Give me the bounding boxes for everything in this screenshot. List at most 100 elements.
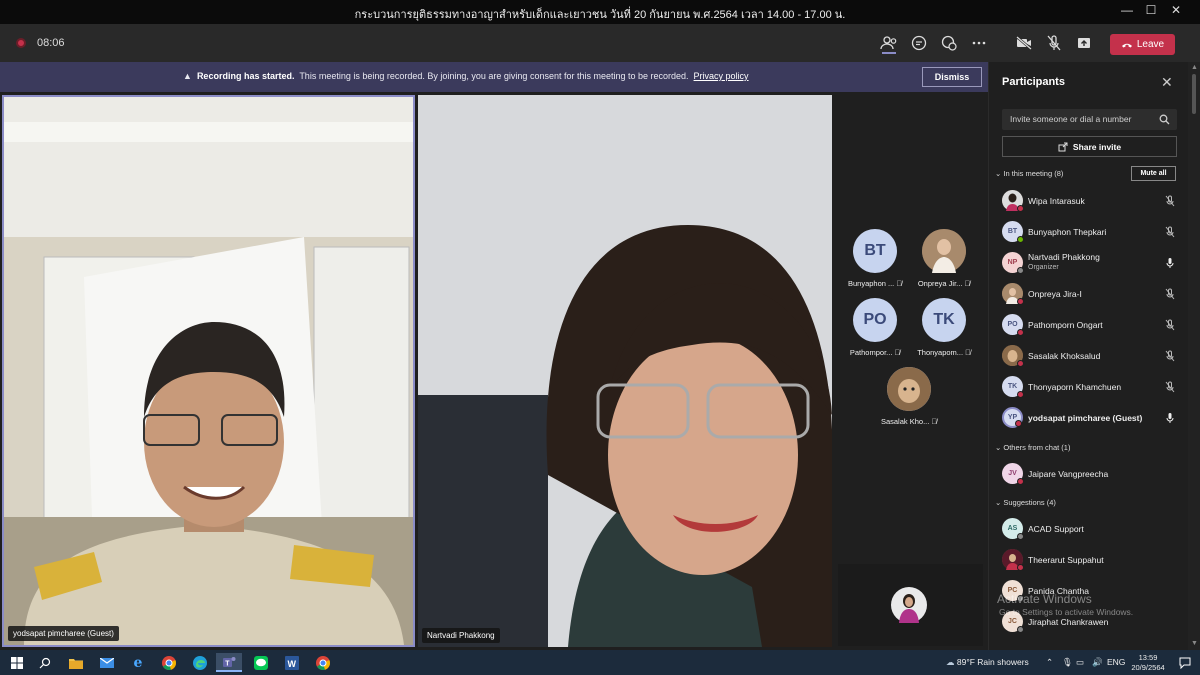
reactions-icon[interactable] [938,32,960,54]
participant-row[interactable]: PO Pathomporn Ongart [1002,311,1177,339]
section-label: Suggestions (4) [1003,498,1056,507]
windows-taskbar: e T W ☁ 89°F Rain showers ⌃ 🎙 ▭ 🔊 ENG 13… [0,650,1200,675]
privacy-policy-link[interactable]: Privacy policy [694,71,749,81]
share-invite-button[interactable]: Share invite [1002,136,1177,157]
video-feed-yodsapat[interactable]: yodsapat pimcharee (Guest) [2,95,415,647]
mic-off-icon: 🎙̸ [931,417,938,426]
mic-off-icon[interactable] [1165,319,1175,331]
line-icon[interactable] [248,653,274,672]
mic-off-icon[interactable] [1165,350,1175,362]
participant-row[interactable]: TK Thonyaporn Khamchuen [1002,373,1177,401]
tile-label: Bunyaphon ... [847,279,895,288]
participant-row[interactable]: NP Nartvadi Phakkong Organizer [1002,249,1177,277]
tile-label: Thonyapom... [917,348,964,357]
edge-icon[interactable] [187,653,213,672]
participant-row[interactable]: JV Jaipare Vangpreecha [1002,460,1177,488]
search-placeholder: Invite someone or dial a number [1010,114,1132,124]
leave-button[interactable]: Leave [1110,34,1175,55]
cloud-icon: ☁ [946,657,955,667]
mic-off-icon[interactable] [1165,288,1175,300]
tray-mic-icon[interactable]: 🎙 [1062,657,1073,668]
file-explorer-icon[interactable] [63,653,89,672]
mic-on-icon[interactable] [1165,257,1175,269]
participant-name: Jiraphat Chankrawen [1028,617,1109,627]
scroll-up-icon[interactable]: ▲ [1191,64,1198,71]
participant-name: Nartvadi Phakkong [1028,252,1100,262]
word-icon[interactable]: W [279,653,305,672]
avatar: AS [1002,518,1024,540]
participant-name: Bunyaphon Thepkari [1028,227,1107,237]
video-stage: yodsapat pimcharee (Guest) Nartvadi Phak… [0,92,988,650]
others-section[interactable]: ⌄ Others from chat (1) [995,443,1070,452]
avatar: PO [853,298,897,342]
chat-icon[interactable] [908,32,930,54]
in-meeting-section[interactable]: ⌄ In this meeting (8) [995,169,1063,178]
suggestions-section[interactable]: ⌄ Suggestions (4) [995,498,1056,507]
start-icon[interactable] [4,653,30,672]
suggestion-row[interactable]: AS ACAD Support [1002,515,1177,543]
participant-role: Organizer [1028,264,1059,271]
weather-text: 89°F Rain showers [956,657,1029,667]
avatar: NP [1002,252,1024,274]
mic-off-icon[interactable] [1165,195,1175,207]
panel-title: Participants [1002,76,1065,88]
teams-icon[interactable]: T [216,653,242,672]
participants-icon[interactable] [878,32,900,54]
search-icon[interactable] [32,653,58,672]
share-icon[interactable] [1073,32,1095,54]
self-view[interactable] [838,564,983,646]
mic-off-icon[interactable] [1165,226,1175,238]
participant-tile[interactable]: Onpreya Jir... 🎙̸ [899,229,989,288]
avatar [1002,345,1024,367]
participant-name: Pathomporn Ongart [1028,320,1103,330]
participant-row[interactable]: Onpreya Jira-I [1002,280,1177,308]
participant-name: Onpreya Jira-I [1028,289,1082,299]
close-window-button[interactable]: ✕ [1163,3,1189,21]
camera-off-icon[interactable] [1013,32,1035,54]
dismiss-button[interactable]: Dismiss [922,67,982,87]
warning-icon: ▲ [183,71,192,81]
maximize-button[interactable]: ☐ [1138,3,1164,21]
mic-off-icon: 🎙̸ [964,279,971,288]
internet-explorer-icon[interactable]: e [125,653,151,672]
participant-row[interactable]: BT Bunyaphon Thepkari [1002,218,1177,246]
scroll-down-icon[interactable]: ▼ [1191,640,1198,647]
mic-off-icon[interactable] [1043,32,1065,54]
weather-widget[interactable]: ☁ 89°F Rain showers [946,657,1029,668]
participant-row[interactable]: Wipa Intarasuk [1002,187,1177,215]
network-icon[interactable]: ▭ [1076,657,1084,668]
mic-off-icon[interactable] [1165,381,1175,393]
tray-chevron-icon[interactable]: ⌃ [1046,657,1053,668]
share-icon [1058,142,1068,151]
mute-all-button[interactable]: Mute all [1131,166,1176,181]
close-icon[interactable]: ✕ [1161,74,1173,91]
participant-name: Thonyaporn Khamchuen [1028,382,1122,392]
avatar: TK [922,298,966,342]
leave-label: Leave [1136,39,1165,50]
suggestion-row[interactable]: Theerarut Suppahut [1002,546,1177,574]
more-icon[interactable] [968,32,990,54]
participant-tile[interactable]: Sasalak Kho... 🎙̸ [864,367,954,426]
avatar [1002,190,1024,212]
minimize-button[interactable]: — [1114,3,1140,21]
chrome-profile-icon[interactable] [310,653,336,672]
scroll-thumb[interactable] [1192,74,1196,114]
participant-name-tag: yodsapat pimcharee (Guest) [8,626,119,641]
notifications-icon[interactable] [1172,653,1198,672]
panel-scrollbar[interactable]: ▲ ▼ [1188,62,1200,650]
participant-row[interactable]: YP yodsapat pimcharee (Guest) [1002,404,1177,432]
mail-icon[interactable] [94,653,120,672]
chrome-icon[interactable] [156,653,182,672]
participant-tile[interactable]: TK Thonyapom... 🎙̸ [899,298,989,357]
mic-on-icon[interactable] [1165,412,1175,424]
avatar [887,367,931,411]
video-feed-nartvadi[interactable]: Nartvadi Phakkong [418,95,832,647]
system-clock[interactable]: 13:59 20/9/2564 [1124,653,1172,673]
avatar: BT [853,229,897,273]
clock-time: 13:59 [1138,653,1158,662]
video-image [418,95,832,647]
language-indicator[interactable]: ENG [1107,657,1125,667]
participant-row[interactable]: Sasalak Khoksalud [1002,342,1177,370]
volume-icon[interactable]: 🔊 [1092,657,1103,668]
invite-search-input[interactable]: Invite someone or dial a number [1002,109,1177,130]
